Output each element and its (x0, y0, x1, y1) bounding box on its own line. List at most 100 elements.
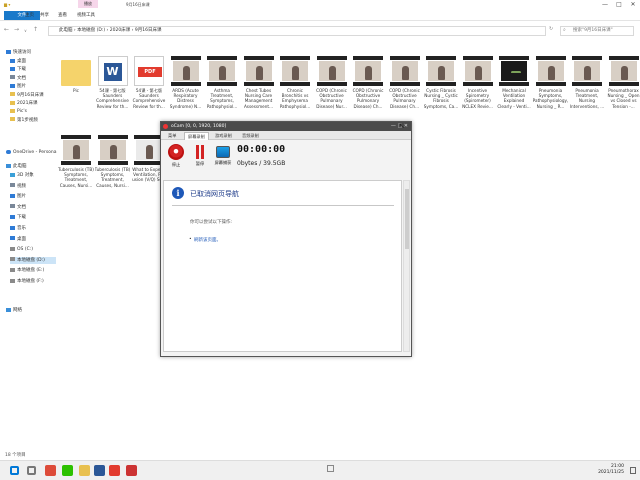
file-item[interactable]: Chronic Bronchitis vs Emphysema Pathophy… (277, 56, 313, 109)
ocam-title-bar[interactable]: oCam [0, 0, 1920, 1080] — □ ✕ (161, 122, 411, 131)
taskbar: 21:00 2021/11/25 (0, 460, 640, 480)
file-item[interactable]: Pneumonia Treatment, Nursing Interventio… (569, 56, 605, 109)
ocam-tab-screen-record[interactable]: 屏幕录制 (184, 132, 209, 140)
back-arrow-icon[interactable]: ← (4, 26, 9, 33)
scrollbar-thumb[interactable] (405, 189, 409, 249)
file-item[interactable]: COPD (Chronic Obstructive Pulmonary Dise… (314, 56, 350, 109)
close-button[interactable]: ✕ (626, 0, 640, 10)
nav-item[interactable]: 桌面 (10, 236, 26, 243)
video-thumbnail (170, 56, 201, 86)
file-item[interactable]: COPD (Chronic Obstructive Pulmonary Dise… (350, 56, 386, 109)
nav-item[interactable]: Pic's (10, 108, 27, 115)
file-item[interactable]: Chest Tubes Nursing Care Management Asse… (241, 56, 277, 109)
windows-icon[interactable] (10, 466, 19, 475)
screen-capture-button[interactable]: 屏幕捕获 (214, 144, 232, 166)
notification-icon[interactable] (630, 467, 636, 474)
file-item[interactable]: Tuberculosis (TB) Symptoms, Treatment, C… (95, 135, 131, 188)
acrobat-icon[interactable] (109, 465, 120, 476)
wechat-icon[interactable] (62, 465, 73, 476)
navigation-canceled-heading: 已取消网页导航 (190, 190, 239, 198)
tab-share[interactable]: 共享 (37, 11, 52, 20)
nav-item-label: 视频 (17, 183, 26, 189)
file-item[interactable]: Mechanical Ventilation Explained Clearly… (496, 56, 532, 109)
nav-item[interactable]: 图片 (10, 83, 26, 90)
nav-item[interactable]: 2021床课 (10, 100, 37, 107)
refresh-icon[interactable]: ↻ (549, 26, 553, 32)
file-item[interactable]: Pneumonia Symptoms, Pathophysiology, Nur… (533, 56, 569, 109)
nav-this-pc[interactable]: 此电脑 (6, 163, 27, 170)
video-frame (172, 61, 199, 81)
explorer-icon[interactable] (79, 465, 90, 476)
file-name: COPD (Chronic Obstructive Pulmonary Dise… (316, 88, 347, 109)
file-name: Cystic Fibrosis Nursing _ Cystic Fibrosi… (423, 88, 459, 109)
file-item[interactable]: 54课 - 第七版 Saunders Comprehensive Review … (131, 56, 167, 109)
file-item[interactable]: COPD (Chronic Obstructive Pulmonary Dise… (387, 56, 423, 109)
nav-item[interactable]: 本地磁盘 (E:) (10, 267, 44, 274)
chrome-icon[interactable] (45, 465, 56, 476)
nav-item[interactable]: 文档 (10, 204, 26, 211)
pdf-document-icon (134, 56, 164, 86)
info-icon: i (172, 187, 184, 199)
context-tab-play[interactable]: 播放 (78, 0, 98, 8)
file-item[interactable]: 54课 - 第七版 Saunders Comprehensive Review … (95, 56, 131, 109)
up-arrow-icon[interactable]: ↑ (33, 26, 38, 33)
tab-view[interactable]: 查看 (55, 11, 70, 20)
nav-item[interactable]: 下载 (10, 66, 26, 73)
video-frame (209, 61, 235, 81)
file-item[interactable]: Pneumothorax Nursing _ Open vs Closed vs… (606, 56, 640, 109)
file-item[interactable]: Asthma Treatment, Symptoms, Pathophysiol… (204, 56, 240, 109)
nav-item[interactable]: OS (C:) (10, 246, 33, 253)
search-icon: ⌕ (563, 27, 566, 33)
file-item[interactable]: Incentive Spirometry (Spirometer) NCLEX … (460, 56, 496, 109)
forward-arrow-icon[interactable]: → (14, 26, 19, 33)
file-item[interactable]: Tuberculosis (TB) Symptoms, Treatment, C… (58, 135, 94, 188)
word-icon[interactable] (94, 465, 105, 476)
nav-item[interactable]: 音乐 (10, 225, 26, 232)
nav-network[interactable]: 网络 (6, 307, 22, 314)
ocam-scrollbar[interactable] (403, 180, 410, 352)
clock[interactable]: 21:00 2021/11/25 (598, 464, 624, 476)
nav-item[interactable]: 本地磁盘 (F:) (10, 278, 44, 285)
nav-item[interactable]: 下载 (10, 214, 26, 221)
tab-home[interactable]: 主页 (22, 11, 37, 20)
pause-button[interactable]: 暂停 (191, 144, 209, 167)
video-thumbnail (499, 56, 529, 86)
file-item[interactable]: ARDS (Acute Respiratory Distress Syndrom… (168, 56, 204, 109)
search-icon[interactable] (27, 466, 36, 475)
ocam-tab-game-record[interactable]: 游戏录制 (212, 132, 235, 140)
nav-item[interactable]: 视频 (10, 183, 26, 190)
nav-item[interactable]: 图片 (10, 193, 26, 200)
minimize-button[interactable]: — (598, 0, 612, 10)
file-name: 54课 - 第七版 Saunders Comprehensive Review … (96, 88, 129, 109)
video-thumbnail (316, 56, 347, 86)
task-view-icon[interactable] (327, 465, 334, 472)
file-item[interactable]: Pic (58, 56, 94, 109)
nav-item[interactable]: 文档 (10, 75, 26, 82)
ocam-tab-menu[interactable]: 菜单 (165, 132, 179, 140)
search-input[interactable]: 搜索"9月16日床课" (560, 26, 634, 36)
nav-item-label: 下载 (17, 215, 26, 221)
nav-item-label: OS (C:) (17, 247, 33, 253)
video-thumbnail (426, 56, 456, 86)
nav-item[interactable]: 本地磁盘 (D:) (10, 256, 56, 264)
nav-item[interactable]: 9月16日床课 (10, 92, 44, 99)
refresh-page-link[interactable]: 刷新该页面。 (189, 237, 221, 243)
stop-button[interactable]: 停止 (167, 144, 185, 168)
video-thumbnail (389, 56, 420, 86)
tab-video-tools[interactable]: 视频工具 (74, 11, 98, 20)
nav-quick-access[interactable]: 快速访问 (6, 49, 31, 56)
ocam-icon[interactable] (126, 465, 137, 476)
file-item[interactable]: Cystic Fibrosis Nursing _ Cystic Fibrosi… (423, 56, 459, 109)
maximize-button[interactable]: □ (612, 0, 626, 10)
ocam-tab-audio-record[interactable]: 音频录制 (239, 132, 262, 140)
address-field[interactable]: 此电脑 › 本地磁盘 (D:) › 2020床课 › 9月16日床课 (48, 26, 546, 36)
quick-access-toolbar-icon[interactable]: ▆ ▾ (4, 2, 10, 7)
nav-item[interactable]: 3D 对象 (10, 172, 34, 179)
nav-item[interactable]: 第1步视频 (10, 117, 38, 124)
nav-onedrive[interactable]: OneDrive - Persona (6, 149, 57, 156)
recent-chevron-icon[interactable]: ∨ (24, 28, 27, 33)
folder-icon (10, 267, 15, 272)
file-name: Asthma Treatment, Symptoms, Pathophysiol… (206, 88, 238, 109)
video-frame (501, 61, 527, 81)
nav-item[interactable]: 桌面 (10, 58, 26, 65)
